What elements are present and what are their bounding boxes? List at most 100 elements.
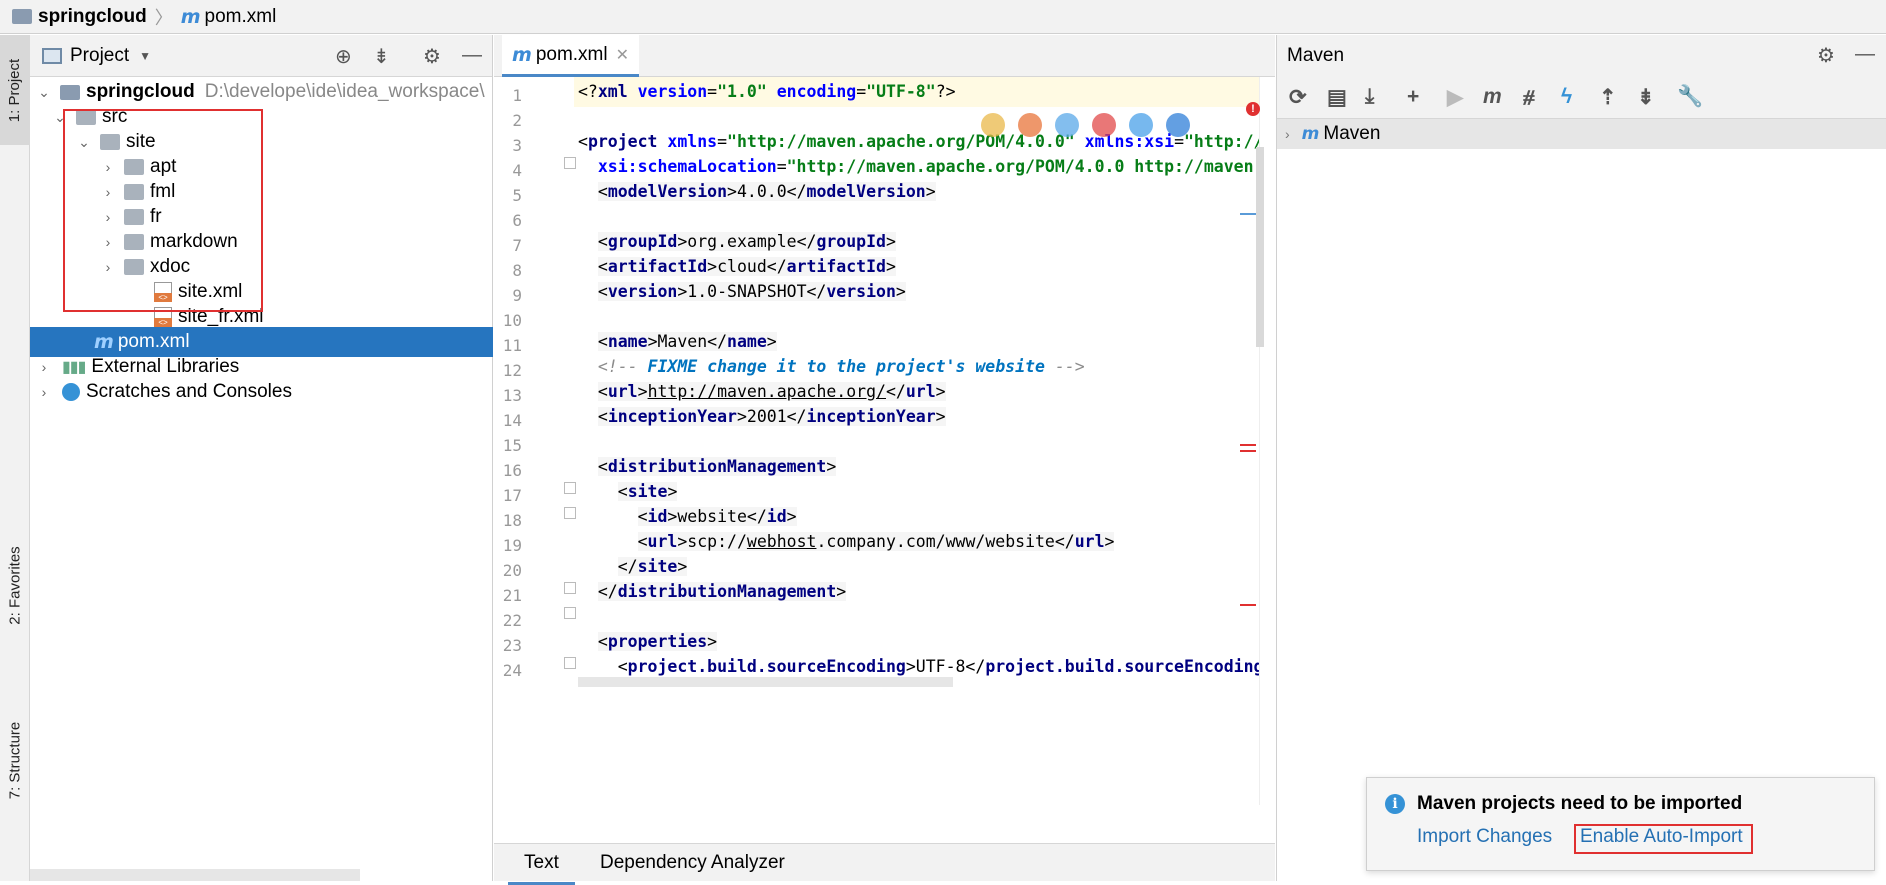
line-number: 23	[502, 636, 522, 655]
line-number: 2	[512, 111, 522, 130]
gear-icon[interactable]: ⚙	[423, 44, 441, 69]
line-number: 1	[512, 86, 522, 105]
highlight-box-auto-import	[1574, 824, 1753, 854]
code-view[interactable]: <?xml version="1.0" encoding="UTF-8"?> <…	[574, 77, 1259, 805]
line-number: 21	[502, 586, 522, 605]
line-number: 11	[502, 336, 522, 355]
project-folder-icon	[12, 9, 32, 24]
error-stripe	[1240, 444, 1256, 446]
line-number: 15	[502, 436, 522, 455]
module-folder-icon	[60, 84, 80, 100]
tab-label: Text	[524, 852, 559, 873]
maven-panel-title: Maven	[1287, 45, 1345, 66]
error-icon[interactable]: !	[1246, 102, 1260, 116]
horizontal-scrollbar[interactable]	[30, 869, 360, 881]
gear-icon[interactable]: ⚙	[1817, 43, 1835, 68]
skip-tests-icon[interactable]: ϟ	[1561, 85, 1572, 109]
maven-tree-root-label: Maven	[1323, 123, 1381, 144]
generate-sources-icon[interactable]: ▤	[1327, 85, 1347, 110]
left-tool-stripe: 1: Project 2: Favorites 7: Structure	[0, 35, 30, 881]
notification-title: Maven projects need to be imported	[1417, 793, 1743, 814]
tab-favorites-tool[interactable]: 2: Favorites	[0, 515, 30, 655]
download-icon[interactable]: ⤓	[1365, 85, 1374, 109]
tab-favorites-label: 2: Favorites	[6, 545, 24, 625]
maven-panel: Maven ⚙ — ⟳ ▤ ⤓ + ▶ m ⧣ ϟ ⇡ ⇟ 🔧 › m Mave…	[1276, 35, 1886, 881]
tab-project-label: 1: Project	[6, 58, 24, 122]
line-number: 9	[512, 286, 522, 305]
code-line: <modelVersion>4.0.0</modelVersion>	[597, 182, 936, 201]
error-stripe	[1240, 450, 1256, 452]
tree-item-label: Scratches and Consoles	[86, 381, 292, 402]
toggle-offline-icon[interactable]: ⧣	[1523, 85, 1535, 109]
library-icon: ▮▮▮	[62, 359, 86, 376]
minimize-icon[interactable]: —	[462, 44, 482, 67]
firefox-icon[interactable]	[1018, 113, 1042, 137]
line-number: 14	[502, 411, 522, 430]
chevron-right-icon: ›	[41, 384, 47, 400]
error-stripe	[1240, 604, 1256, 606]
line-number: 18	[502, 511, 522, 530]
tab-structure-tool[interactable]: 7: Structure	[0, 675, 30, 845]
tree-item-label: springcloud	[86, 81, 195, 102]
maven-project-icon: m	[1301, 124, 1320, 144]
scroll-marker	[1240, 213, 1256, 215]
maven-tree-root[interactable]: › m Maven	[1277, 119, 1886, 149]
line-gutter: 1 2 3 4 5 6 7 8 9 10 11 12 13 14 15 16 1…	[494, 77, 576, 805]
maven-panel-header: Maven ⚙ —	[1277, 35, 1886, 77]
editor-tab-bar: m pom.xml ✕	[494, 35, 1275, 77]
tab-label: pom.xml	[535, 43, 608, 65]
wrench-icon[interactable]: 🔧	[1677, 85, 1703, 109]
line-number: 4	[512, 161, 522, 180]
breadcrumb-project-label: springcloud	[38, 5, 147, 27]
line-number: 19	[502, 536, 522, 555]
breadcrumb-file[interactable]: m pom.xml	[181, 6, 277, 28]
project-view-icon	[42, 47, 62, 64]
opera-icon[interactable]	[1092, 113, 1116, 137]
project-panel-title[interactable]: Project	[70, 45, 129, 67]
breadcrumb-project[interactable]: springcloud	[12, 6, 147, 28]
line-number: 24	[502, 661, 522, 680]
run-icon[interactable]: ▶	[1447, 85, 1463, 110]
line-number: 13	[502, 386, 522, 405]
tab-text[interactable]: Text	[508, 852, 575, 885]
maven-toolbar: ⟳ ▤ ⤓ + ▶ m ⧣ ϟ ⇡ ⇟ 🔧	[1277, 77, 1886, 119]
tab-structure-label: 7: Structure	[6, 721, 24, 799]
collapse-all-icon[interactable]: ⇟	[373, 44, 390, 69]
browser-icons	[981, 113, 1190, 137]
scroll-thumb[interactable]	[1256, 147, 1264, 347]
info-icon: i	[1385, 794, 1405, 814]
line-number: 8	[512, 261, 522, 280]
chrome-icon[interactable]	[981, 113, 1005, 137]
line-number: 3	[512, 136, 522, 155]
tab-project-tool[interactable]: 1: Project	[0, 35, 30, 145]
project-panel-header: Project ▼ ⊕ ⇟ ⚙ —	[30, 35, 492, 77]
add-icon[interactable]: +	[1407, 85, 1419, 109]
tab-pom-xml[interactable]: m pom.xml ✕	[502, 35, 640, 77]
close-icon[interactable]: ✕	[616, 45, 629, 65]
minimize-icon[interactable]: —	[1855, 43, 1875, 66]
editor-bottom-tabs: Text Dependency Analyzer	[494, 843, 1275, 885]
chevron-down-icon[interactable]: ▼	[139, 49, 151, 63]
chevron-right-icon: ›	[1285, 126, 1290, 142]
safari-icon[interactable]	[1055, 113, 1079, 137]
import-changes-link[interactable]: Import Changes	[1417, 826, 1552, 848]
line-number: 22	[502, 611, 522, 630]
line-number: 20	[502, 561, 522, 580]
maven-file-icon: m	[512, 43, 532, 66]
line-number: 10	[502, 311, 522, 330]
ie-icon[interactable]	[1129, 113, 1153, 137]
code-line: </distributionManagement>	[597, 582, 847, 601]
collapse-all-icon[interactable]: ⇟	[1637, 85, 1655, 110]
editor-vertical-scrollbar[interactable]: !	[1240, 77, 1275, 805]
tree-item-scratches[interactable]: › Scratches and Consoles	[30, 377, 493, 407]
reload-icon[interactable]: ⟳	[1289, 85, 1307, 110]
locate-icon[interactable]: ⊕	[335, 44, 352, 69]
tab-label: Dependency Analyzer	[600, 852, 785, 873]
breadcrumb-separator-icon: 〉	[154, 7, 173, 28]
show-dependencies-icon[interactable]: ⇡	[1599, 85, 1617, 110]
tab-dependency-analyzer[interactable]: Dependency Analyzer	[600, 852, 785, 874]
code-horizontal-scrollbar[interactable]	[578, 677, 953, 687]
execute-goal-icon[interactable]: m	[1483, 85, 1502, 109]
line-number: 16	[502, 461, 522, 480]
edge-icon[interactable]	[1166, 113, 1190, 137]
